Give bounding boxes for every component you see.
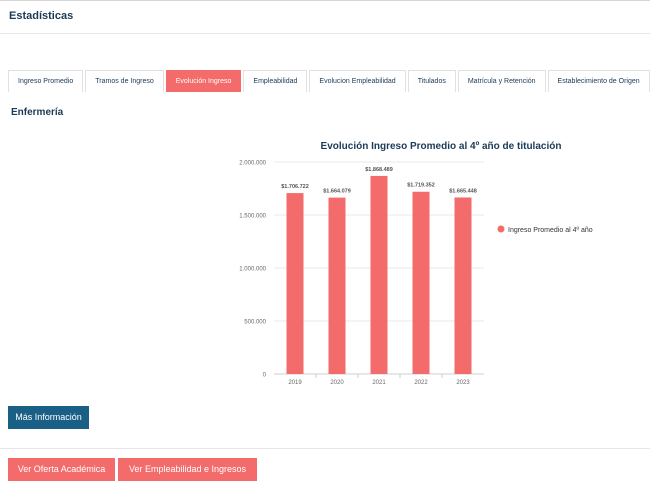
y-tick-label: 0 <box>263 373 267 379</box>
x-tick-label: 2023 <box>456 380 470 386</box>
bar-chart: Evolución Ingreso Promedio al 4º año de … <box>239 141 593 386</box>
y-tick-label: 1.500.000 <box>239 214 266 220</box>
ver-empleabilidad-ingresos-button[interactable]: Ver Empleabilidad e Ingresos <box>118 458 257 481</box>
legend-marker <box>497 225 505 233</box>
mas-informacion-button[interactable]: Más Información <box>8 406 89 429</box>
bar <box>328 197 346 374</box>
bar <box>286 193 304 374</box>
bar <box>412 191 430 374</box>
footer-divider <box>0 448 650 449</box>
data-label: $1.719.352 <box>407 183 435 189</box>
y-tick-label: 2.000.000 <box>239 161 266 167</box>
bar <box>370 175 388 374</box>
chart-title: Evolución Ingreso Promedio al 4º año de … <box>321 141 562 152</box>
legend-label: Ingreso Promedio al 4º año <box>508 227 593 234</box>
data-label: $1.868.489 <box>365 167 393 173</box>
data-label: $1.665.448 <box>449 188 477 194</box>
bar <box>454 197 472 374</box>
y-tick-label: 1.000.000 <box>239 267 266 273</box>
x-tick-label: 2019 <box>288 380 302 386</box>
data-label: $1.664.079 <box>323 189 351 195</box>
ver-oferta-academica-button[interactable]: Ver Oferta Académica <box>8 458 115 481</box>
data-label: $1.706.722 <box>281 184 309 190</box>
x-tick-label: 2021 <box>372 380 386 386</box>
y-tick-label: 500.000 <box>244 320 266 326</box>
x-tick-label: 2020 <box>330 380 344 386</box>
x-tick-label: 2022 <box>414 380 428 386</box>
